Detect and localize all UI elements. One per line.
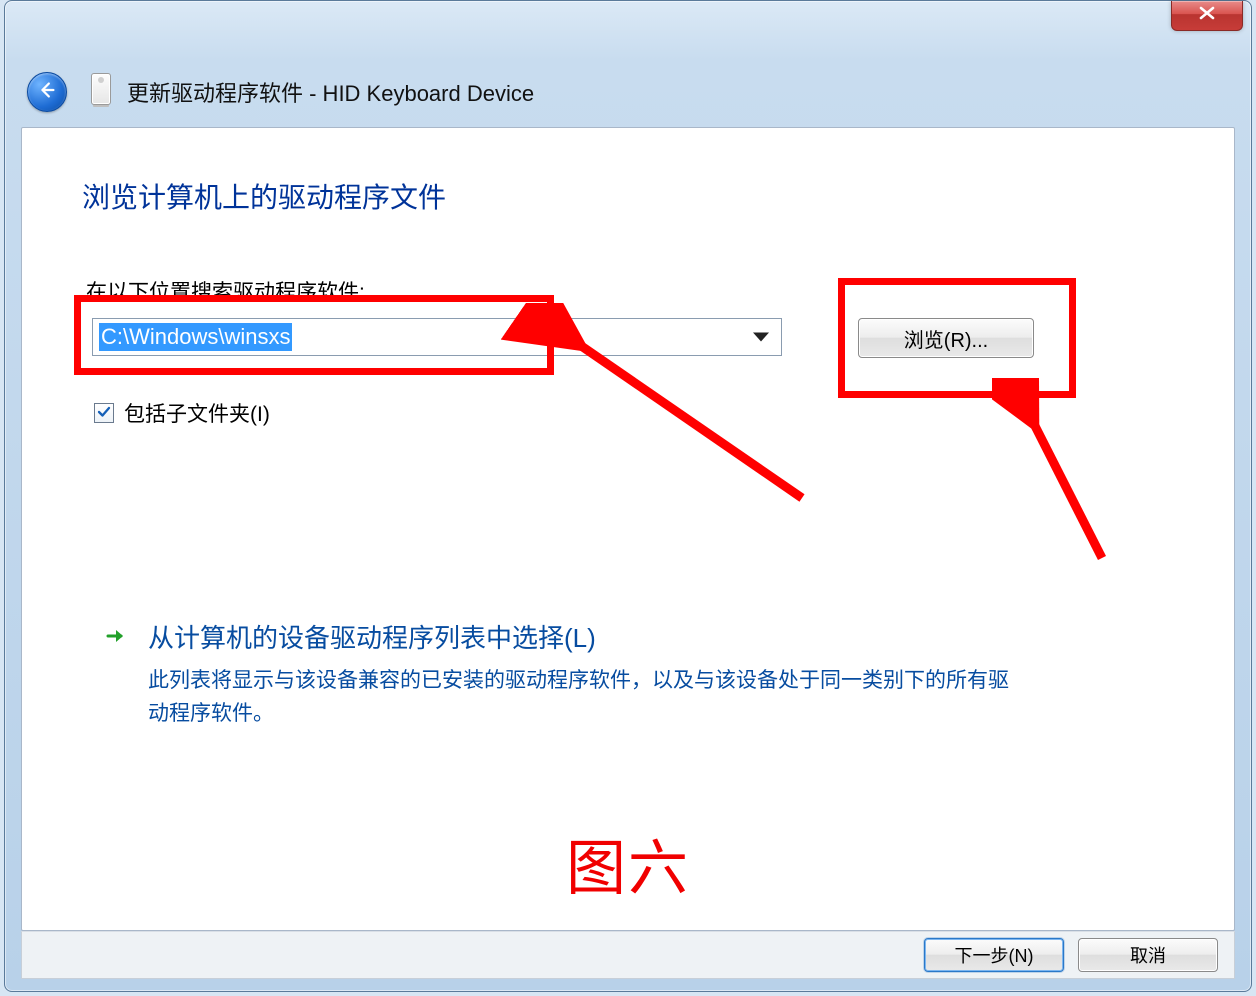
arrow-left-icon bbox=[36, 79, 58, 106]
search-location-label: 在以下位置搜索驱动程序软件: bbox=[86, 276, 365, 306]
device-icon bbox=[91, 73, 111, 105]
checkmark-icon bbox=[97, 401, 111, 425]
checkbox-box bbox=[94, 403, 114, 423]
pick-from-list-command-link[interactable]: 从计算机的设备驱动程序列表中选择(L) 此列表将显示与该设备兼容的已安装的驱动程… bbox=[104, 618, 1114, 730]
window-title: 更新驱动程序软件 - HID Keyboard Device bbox=[127, 76, 534, 108]
browse-button[interactable]: 浏览(R)... bbox=[858, 318, 1034, 358]
wizard-window: 更新驱动程序软件 - HID Keyboard Device 浏览计算机上的驱动… bbox=[4, 0, 1252, 992]
annotation-arrow-right bbox=[992, 378, 1152, 578]
back-button[interactable] bbox=[27, 72, 67, 112]
wizard-button-bar: 下一步(N) 取消 bbox=[21, 931, 1235, 979]
figure-caption: 图六 bbox=[566, 820, 690, 907]
command-link-title: 从计算机的设备驱动程序列表中选择(L) bbox=[148, 618, 1114, 655]
chevron-down-icon bbox=[753, 333, 769, 342]
command-link-description: 此列表将显示与该设备兼容的已安装的驱动程序软件，以及与该设备处于同一类别下的所有… bbox=[148, 665, 1028, 730]
arrow-right-icon bbox=[104, 624, 128, 648]
driver-path-value: C:\Windows\winsxs bbox=[99, 323, 292, 351]
driver-path-combobox[interactable]: C:\Windows\winsxs bbox=[92, 318, 782, 356]
cancel-button[interactable]: 取消 bbox=[1078, 938, 1218, 972]
next-button[interactable]: 下一步(N) bbox=[924, 938, 1064, 972]
close-button[interactable] bbox=[1171, 1, 1243, 31]
content-panel: 浏览计算机上的驱动程序文件 在以下位置搜索驱动程序软件: C:\Windows\… bbox=[21, 127, 1235, 931]
include-subfolders-checkbox[interactable]: 包括子文件夹(I) bbox=[94, 398, 270, 428]
main-instruction: 浏览计算机上的驱动程序文件 bbox=[82, 176, 446, 216]
include-subfolders-label: 包括子文件夹(I) bbox=[124, 398, 270, 428]
close-icon bbox=[1198, 6, 1216, 25]
